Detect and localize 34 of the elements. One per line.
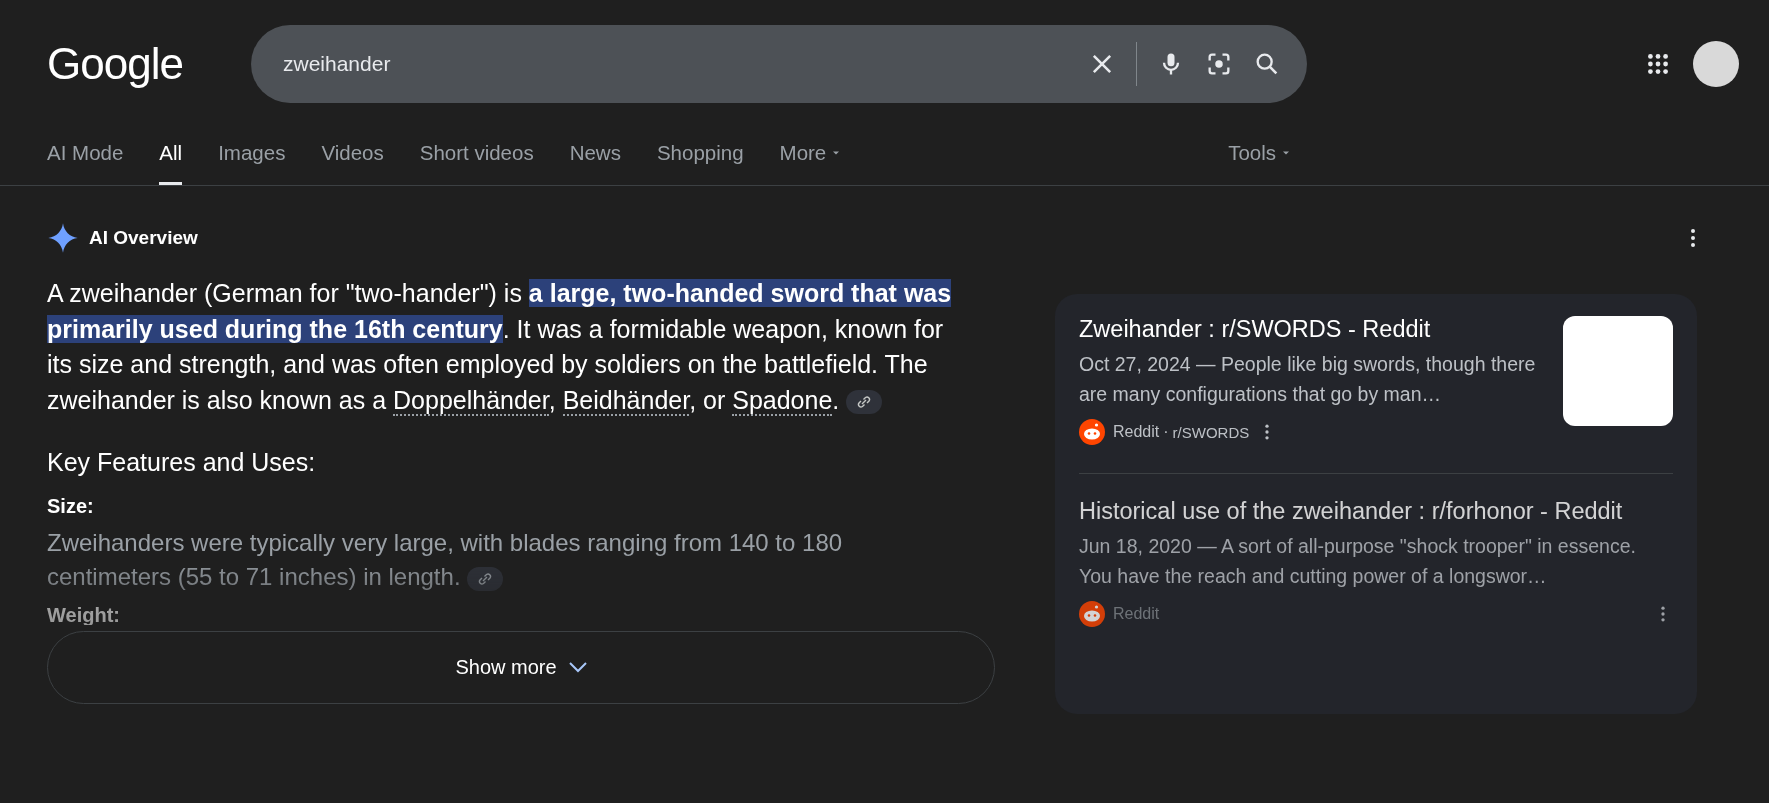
- search-tab[interactable]: Videos: [321, 141, 384, 185]
- search-tab[interactable]: More: [779, 141, 843, 185]
- separator-dot: ·: [1163, 423, 1169, 441]
- alien-face-logo-icon: [1079, 601, 1105, 627]
- section-heading: Key Features and Uses:: [47, 448, 317, 477]
- result-snippet: Oct 27, 2024 — People like big swords, though there are many configurations that go by man…: [1079, 352, 1537, 407]
- term-link[interactable]: Beidhänder: [562, 385, 690, 416]
- chevron-down-icon: [568, 662, 587, 673]
- overview-paragraph: A zweihander (German for "two-hander") is a large, two-handed sword that was primarily used during the 16th century. It was a formidable weapon, known for its size and strength, and was often employed by soldiers on the battlefield. The zweihander is also known as a Doppelhänder, Beidhänder, or Spadone.: [47, 278, 953, 418]
- google-logo[interactable]: Google: [47, 39, 251, 89]
- avatar[interactable]: [1693, 41, 1739, 87]
- result-title-link[interactable]: Zweihander : r/SWORDS - Reddit: [1079, 316, 1543, 343]
- sparkle-icon: [47, 222, 79, 254]
- search-tab[interactable]: AI Mode: [47, 141, 124, 185]
- search-tab[interactable]: Short videos: [419, 141, 534, 185]
- link-icon[interactable]: [846, 389, 883, 414]
- search-tab[interactable]: Shopping: [656, 141, 744, 185]
- source-path: r/SWORDS: [1172, 423, 1250, 441]
- tools-button[interactable]: Tools: [1228, 141, 1292, 185]
- search-tab[interactable]: All: [159, 141, 183, 185]
- alien-face-logo-icon: [1079, 419, 1105, 445]
- apps-grid-icon[interactable]: [1645, 51, 1671, 77]
- feature-heading: Size:: [47, 495, 95, 518]
- source-name: Reddit: [1113, 605, 1160, 623]
- term-link[interactable]: Spadone: [732, 385, 833, 416]
- result-title-link[interactable]: Historical use of the zweihander : r/forhonor - Reddit: [1079, 498, 1673, 525]
- source-name: Reddit: [1113, 423, 1160, 441]
- result-snippet: Jun 18, 2020 — A sort of all-purpose "shock trooper" in essence. You have the reach and cutting power of a longswor…: [1079, 534, 1637, 589]
- search-tab[interactable]: Images: [218, 141, 286, 185]
- show-more-button[interactable]: Show more: [47, 631, 995, 704]
- ai-overview-title: AI Overview: [89, 227, 198, 249]
- link-icon[interactable]: [467, 566, 504, 591]
- term-link[interactable]: Doppelhänder: [393, 385, 549, 416]
- search-tab[interactable]: News: [569, 141, 621, 185]
